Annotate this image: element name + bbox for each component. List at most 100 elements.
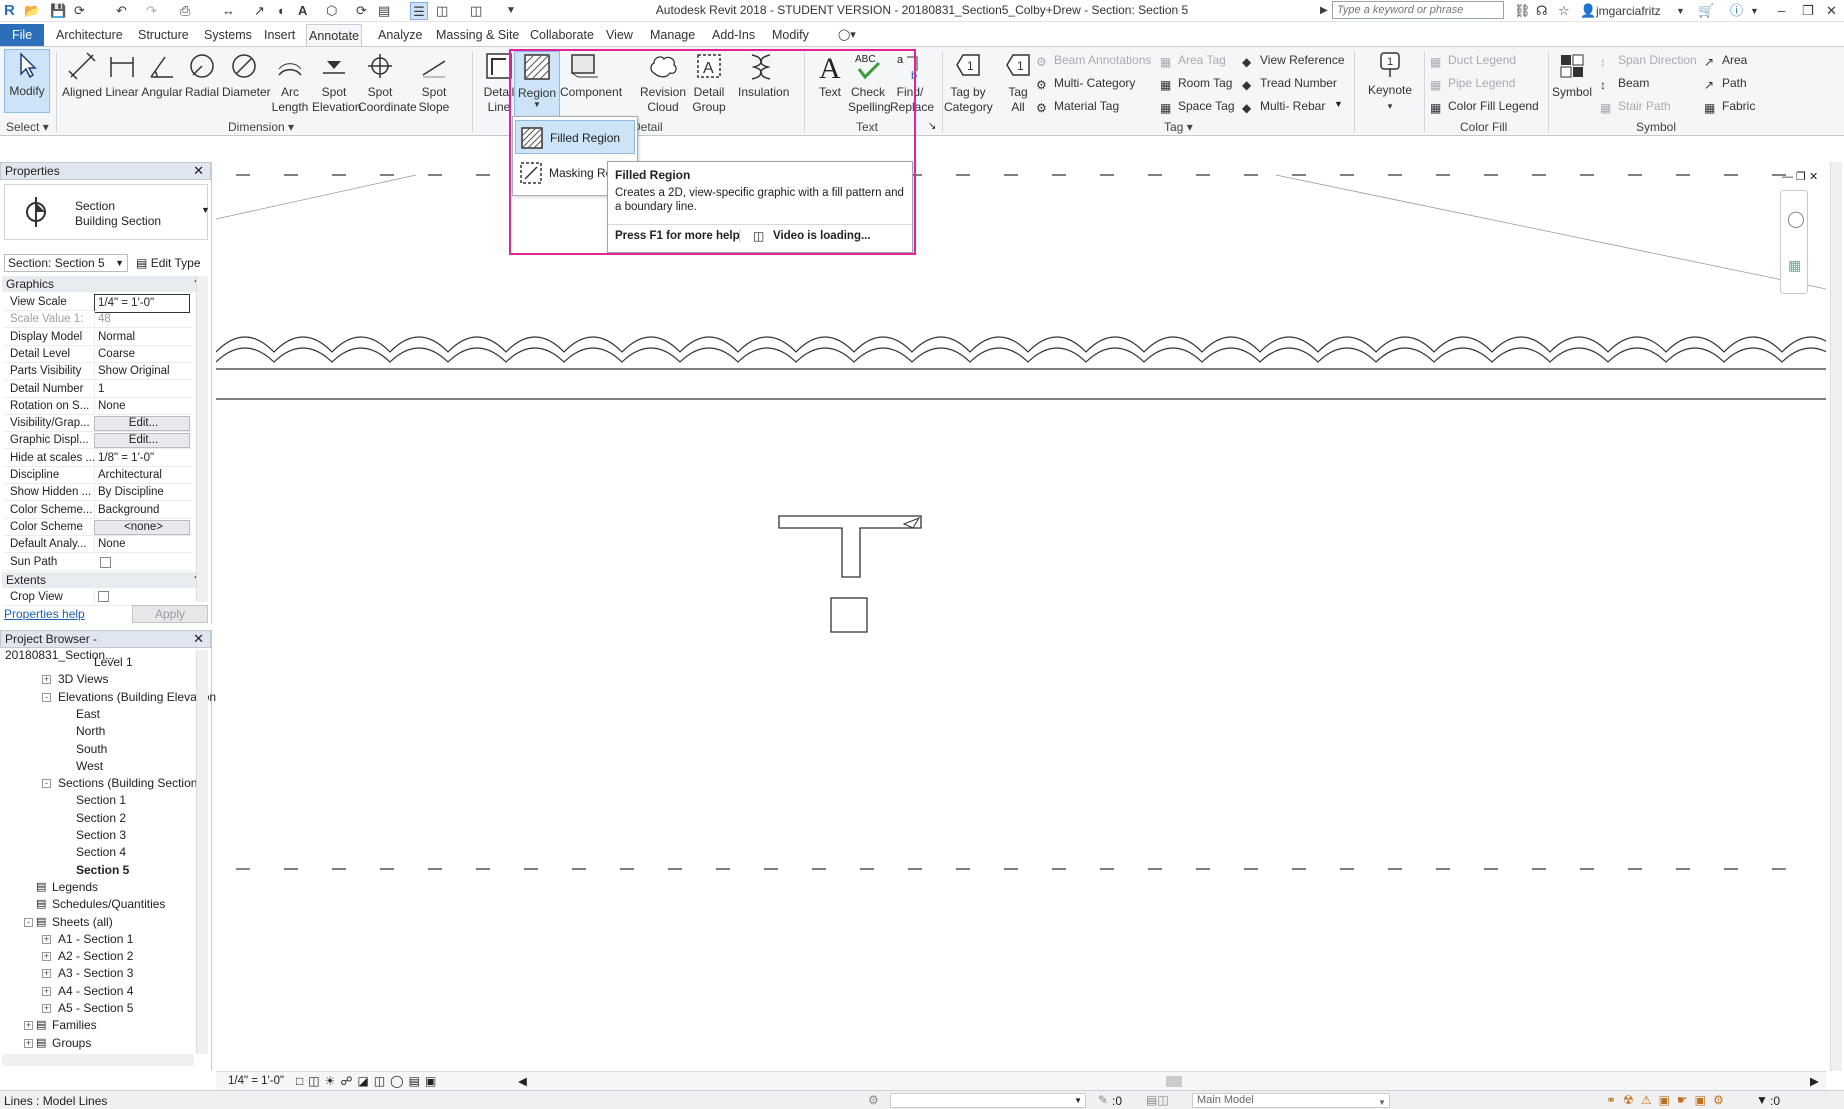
tag-all-button[interactable]: 1 Tag All [994,51,1042,115]
browser-item-section-4[interactable]: Section 4 [76,844,126,861]
tag-panel-label[interactable]: Tag ▾ [1164,119,1193,135]
infocenter-icon[interactable]: ⛓ [1514,2,1531,20]
type-selector[interactable]: Section Building Section ▼ [4,184,210,240]
properties-header[interactable]: Properties ✕ [0,162,211,180]
horizontal-scroll-thumb[interactable] [1166,1076,1182,1087]
properties-scrollbar[interactable] [196,276,208,602]
modify-button[interactable]: Modify [4,49,50,113]
browser-item-north[interactable]: North [76,723,105,740]
symbol-button[interactable]: Symbol [1552,51,1592,100]
tab-annotate[interactable]: Annotate [306,24,363,46]
browser-item-level-1[interactable]: Level 1 [94,654,133,671]
tab-modify[interactable]: Modify [770,24,811,46]
help-dropdown-icon[interactable]: ▼ [1750,2,1759,20]
pipe-legend-button[interactable]: ▦ Pipe Legend [1430,74,1515,92]
scroll-left-icon[interactable]: ◀ [518,1074,527,1088]
expand-toggle-icon[interactable]: + [42,675,51,685]
expand-toggle-icon[interactable]: + [42,1004,51,1013]
browser-item-a2-section-2[interactable]: A2 - Section 2 [58,948,133,965]
minimize-icon[interactable]: – [1778,2,1785,20]
user-name[interactable]: jmgarciafritz [1596,2,1661,20]
tab-view[interactable]: View [604,24,635,46]
path-button[interactable]: ↗ Path [1704,74,1747,92]
close-browser-icon[interactable]: ✕ [193,631,204,647]
fabric-button[interactable]: ▦ Fabric [1704,97,1755,115]
area-button[interactable]: ↗ Area [1704,51,1747,69]
cart-icon[interactable]: 🛒 [1698,2,1714,20]
spot-slope-button[interactable]: Spot Slope [412,51,456,115]
text-panel-launcher-icon[interactable]: ↘ [928,121,936,132]
multi-rebar-dropdown-icon[interactable]: ▼ [1334,99,1343,109]
multi-rebar-button[interactable]: ◆ Multi- Rebar [1242,97,1325,115]
crop-view-checkbox[interactable] [98,591,109,602]
tread-number-button[interactable]: ◆ Tread Number [1242,74,1337,92]
browser-item-section-1[interactable]: Section 1 [76,792,126,809]
user-icon[interactable]: 👤 [1580,2,1596,20]
tab-architecture[interactable]: Architecture [54,24,125,46]
tab-manage[interactable]: Manage [648,24,697,46]
close-properties-icon[interactable]: ✕ [193,163,204,179]
expand-toggle-icon[interactable]: + [42,969,51,979]
tab-insert[interactable]: Insert [262,24,297,46]
type-selector-dropdown-icon[interactable]: ▼ [201,205,210,215]
design-options-icon[interactable]: ▤◫ [1146,1093,1169,1107]
graphics-group-header[interactable]: Graphics⌃ [2,276,208,292]
workset-select[interactable]: ▼ [890,1093,1086,1108]
browser-item-sections-building-section[interactable]: Sections (Building Section) [58,775,201,792]
properties-help-link[interactable]: Properties help [4,607,85,621]
keynote-button[interactable]: 1 Keynote ▾ [1364,49,1416,114]
tab-file[interactable]: File [0,24,45,46]
browser-scrollbar[interactable] [196,650,208,1054]
browser-item-a5-section-5[interactable]: A5 - Section 5 [58,1000,133,1017]
tab-collaborate[interactable]: Collaborate [528,24,596,46]
workset-icon[interactable]: ⚙ [868,1093,879,1107]
aligned-button[interactable]: Aligned [60,51,104,100]
space-tag-button[interactable]: ▦ Space Tag [1160,97,1235,115]
property-value[interactable]: Edit... [94,416,190,432]
project-browser-header[interactable]: Project Browser - 20180831_Section... ✕ [0,630,211,662]
close-icon[interactable]: ✕ [1826,2,1837,20]
view-scale[interactable]: 1/4" = 1'-0" [228,1075,284,1087]
collapse-toggle-icon[interactable]: - [42,692,51,702]
room-tag-button[interactable]: ▦ Room Tag [1160,74,1232,92]
browser-item-schedules-quantities[interactable]: Schedules/Quantities [52,896,165,913]
diameter-button[interactable]: Diameter [222,51,271,100]
browser-item-a4-section-4[interactable]: A4 - Section 4 [58,983,133,1000]
arc-length-button[interactable]: Arc Length [268,51,312,115]
user-dropdown-icon[interactable]: ▼ [1676,2,1685,20]
browser-item-3d-views[interactable]: 3D Views [58,671,108,688]
expand-toggle-icon[interactable]: + [42,986,51,996]
tab-add-ins[interactable]: Add-Ins [710,24,757,46]
radial-button[interactable]: Radial [180,51,224,100]
property-value[interactable]: Edit... [94,433,190,449]
help-icon[interactable]: ⓘ [1730,2,1743,20]
search-expand-icon[interactable]: ▶ [1320,2,1328,20]
editable-icon[interactable]: ✎ [1098,1093,1108,1107]
stair-path-button[interactable]: ▦ Stair Path [1600,97,1671,115]
browser-item-sheets-all[interactable]: Sheets (all) [52,914,113,931]
expand-toggle-icon[interactable]: + [42,934,51,944]
search-input[interactable] [1332,1,1504,19]
color-fill-legend-button[interactable]: ▦ Color Fill Legend [1430,97,1539,115]
view-reference-button[interactable]: ◆ View Reference [1242,51,1345,69]
drawing-canvas[interactable]: ◯ ▦ — ❐ ✕ [215,162,1842,1071]
multi-category-button[interactable]: ⚙ Multi- Category [1036,74,1135,92]
expand-toggle-icon[interactable]: + [42,952,51,962]
browser-item-section-2[interactable]: Section 2 [76,810,126,827]
browser-item-south[interactable]: South [76,741,107,758]
select-panel-label[interactable]: Select ▾ [6,119,49,135]
apply-button[interactable]: Apply [132,605,208,623]
browser-item-section-3[interactable]: Section 3 [76,827,126,844]
spot-elevation-button[interactable]: Spot Elevation [312,51,361,115]
dimension-panel-label[interactable]: Dimension ▾ [228,119,294,135]
property-value[interactable]: 1/4" = 1'-0" [94,294,190,313]
angular-button[interactable]: Angular [140,51,184,100]
property-value[interactable]: <none> [94,519,190,535]
design-option-select[interactable]: Main Model ▼ [1192,1093,1390,1108]
linear-button[interactable]: Linear [100,51,144,100]
tag-by-category-button[interactable]: 1 Tag by Category [944,51,993,115]
steering-wheel-icon[interactable]: ◯ [1787,209,1805,229]
browser-item-section-5[interactable]: Section 5 [76,862,129,879]
favorites-star-icon[interactable]: ☆ [1558,2,1570,20]
communication-icon[interactable]: ☊ [1536,2,1548,20]
